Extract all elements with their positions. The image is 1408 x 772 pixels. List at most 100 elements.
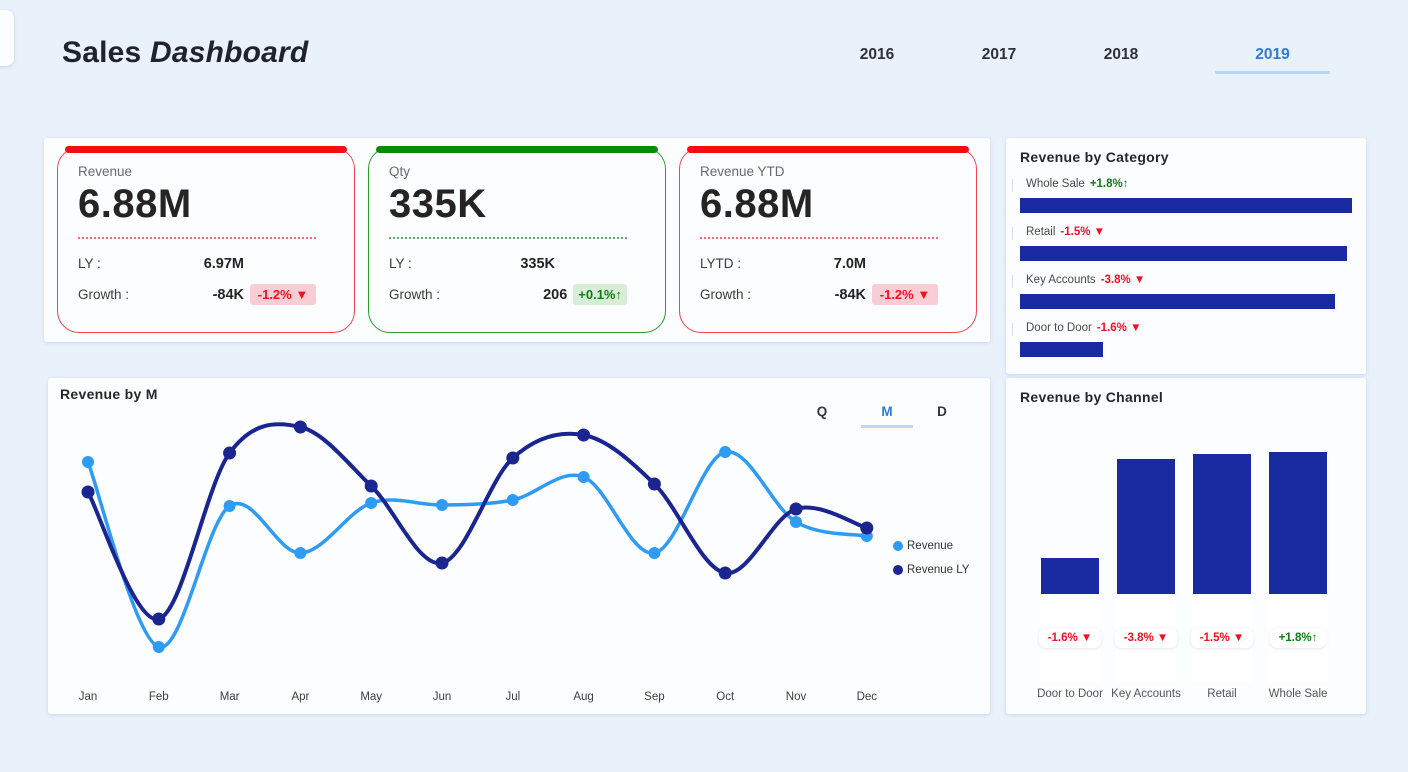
kpi-growth-badge: +0.1%↑ bbox=[573, 284, 627, 305]
channel-growth-badge: -3.8% ▼ bbox=[1115, 628, 1178, 648]
category-bar-track bbox=[1020, 246, 1352, 261]
category-label-line: Retail -1.5% ▼ bbox=[1026, 226, 1352, 241]
line-series-revenue[interactable] bbox=[88, 452, 867, 648]
category-bar[interactable] bbox=[1020, 294, 1335, 309]
data-point-revenue-ly[interactable] bbox=[648, 478, 661, 491]
category-growth-badge: -1.5% ▼ bbox=[1060, 226, 1105, 238]
kpi-row-value: 335K bbox=[520, 256, 555, 272]
data-point-revenue[interactable] bbox=[153, 641, 165, 653]
data-point-revenue-ly[interactable] bbox=[860, 522, 873, 535]
data-point-revenue[interactable] bbox=[82, 456, 94, 468]
x-axis-label-aug: Aug bbox=[573, 691, 593, 703]
kpi-title: Revenue YTD bbox=[700, 164, 938, 179]
kpi-row: LY :6.97M bbox=[78, 248, 316, 279]
x-axis-label-sep: Sep bbox=[644, 691, 664, 703]
kpi-row-label: Growth : bbox=[78, 287, 213, 302]
data-point-revenue-ly[interactable] bbox=[294, 421, 307, 434]
x-axis-label-mar: Mar bbox=[220, 691, 240, 703]
category-row[interactable]: Whole Sale+1.8%↑ bbox=[1020, 178, 1352, 213]
channel-bar[interactable] bbox=[1041, 558, 1099, 594]
kpi-growth-badge: -1.2% ▼ bbox=[872, 284, 938, 305]
data-point-revenue-ly[interactable] bbox=[152, 613, 165, 626]
channel-growth-badge: -1.5% ▼ bbox=[1191, 628, 1254, 648]
year-tab-2016[interactable]: 2016 bbox=[846, 46, 908, 74]
kpi-row-value: 7.0M bbox=[834, 256, 866, 272]
channel-growth-badge: +1.8%↑ bbox=[1270, 628, 1327, 648]
category-panel-title: Revenue by Category bbox=[1020, 149, 1352, 165]
data-point-revenue[interactable] bbox=[507, 494, 519, 506]
data-point-revenue[interactable] bbox=[719, 446, 731, 458]
kpi-row-label: Growth : bbox=[389, 287, 543, 302]
kpi-row-label: LYTD : bbox=[700, 256, 834, 271]
line-chart[interactable]: JanFebMarAprMayJunJulAugSepOctNovDec bbox=[48, 418, 990, 714]
kpi-card-revenue: Revenue6.88MLY :6.97MGrowth :-84K-1.2% ▼ bbox=[57, 147, 355, 333]
category-row[interactable]: Key Accounts -3.8% ▼ bbox=[1020, 274, 1352, 309]
data-point-revenue-ly[interactable] bbox=[719, 567, 732, 580]
category-label-line: Whole Sale+1.8%↑ bbox=[1026, 178, 1352, 193]
data-point-revenue[interactable] bbox=[224, 500, 236, 512]
page-title: Sales Dashboard bbox=[62, 36, 308, 70]
year-tab-2018[interactable]: 2018 bbox=[1090, 46, 1152, 74]
data-point-revenue[interactable] bbox=[578, 471, 590, 483]
category-bar[interactable] bbox=[1020, 198, 1352, 213]
data-point-revenue[interactable] bbox=[790, 516, 802, 528]
kpi-row-label: LY : bbox=[78, 256, 204, 271]
year-tabs: 2016 2017 2018 2019 bbox=[846, 46, 1330, 74]
category-label: Key Accounts bbox=[1026, 274, 1096, 286]
data-point-revenue-ly[interactable] bbox=[577, 429, 590, 442]
data-point-revenue-ly[interactable] bbox=[790, 503, 803, 516]
line-series-revenue-ly[interactable] bbox=[88, 424, 867, 619]
kpi-accent-bar bbox=[65, 146, 347, 153]
kpi-row-label: Growth : bbox=[700, 287, 835, 302]
x-axis-label-jun: Jun bbox=[433, 691, 452, 703]
data-point-revenue-ly[interactable] bbox=[436, 557, 449, 570]
data-point-revenue[interactable] bbox=[365, 497, 377, 509]
category-bar-chart: Whole Sale+1.8%↑ Retail -1.5% ▼ Key Account… bbox=[1020, 178, 1352, 357]
partial-card-left-edge bbox=[0, 10, 14, 66]
kpi-row: LY :335K bbox=[389, 248, 627, 279]
year-tab-2019[interactable]: 2019 bbox=[1215, 46, 1330, 74]
kpi-accent-bar bbox=[687, 146, 969, 153]
x-axis-label-feb: Feb bbox=[149, 691, 169, 703]
channel-column-key-accounts: -3.8% ▼Key Accounts bbox=[1108, 378, 1184, 714]
kpi-row-value: 206 bbox=[543, 287, 567, 303]
data-point-revenue-ly[interactable] bbox=[82, 486, 95, 499]
data-point-revenue[interactable] bbox=[648, 547, 660, 559]
kpi-title: Qty bbox=[389, 164, 627, 179]
channel-bar[interactable] bbox=[1117, 459, 1175, 594]
channel-growth-badge: -1.6% ▼ bbox=[1039, 628, 1102, 648]
category-bar[interactable] bbox=[1020, 342, 1103, 357]
data-point-revenue-ly[interactable] bbox=[506, 452, 519, 465]
x-axis-label-jan: Jan bbox=[79, 691, 98, 703]
category-label: Retail bbox=[1026, 226, 1055, 238]
kpi-row-value: -84K bbox=[835, 287, 866, 303]
category-growth-badge: -1.6% ▼ bbox=[1097, 322, 1142, 334]
channel-label: Whole Sale bbox=[1252, 688, 1344, 700]
category-label: Whole Sale bbox=[1026, 178, 1085, 190]
kpi-row: LYTD :7.0M bbox=[700, 248, 938, 279]
kpi-card-revenue-ytd: Revenue YTD 6.88M LYTD :7.0M Growth :-84K -1… bbox=[679, 147, 977, 333]
data-point-revenue[interactable] bbox=[294, 547, 306, 559]
category-row[interactable]: Retail -1.5% ▼ bbox=[1020, 226, 1352, 261]
revenue-by-category-panel: Revenue by Category Whole Sale+1.8%↑ Reta… bbox=[1006, 138, 1366, 374]
kpi-divider bbox=[700, 237, 938, 239]
year-tab-2017[interactable]: 2017 bbox=[968, 46, 1030, 74]
channel-bar-chart: -1.6% ▼Door to Door-3.8% ▼Key Accounts-1… bbox=[1006, 378, 1366, 714]
channel-bar[interactable] bbox=[1193, 454, 1251, 594]
kpi-row: Growth :206 +0.1%↑ bbox=[389, 279, 627, 310]
kpi-accent-bar bbox=[376, 146, 658, 153]
x-axis-label-oct: Oct bbox=[716, 691, 735, 703]
data-point-revenue-ly[interactable] bbox=[365, 480, 378, 493]
category-bar[interactable] bbox=[1020, 246, 1347, 261]
category-growth-badge: -3.8% ▼ bbox=[1101, 274, 1146, 286]
channel-column-whole-sale: +1.8%↑Whole Sale bbox=[1260, 378, 1336, 714]
category-row[interactable]: Door to Door-1.6% ▼ bbox=[1020, 322, 1352, 357]
data-point-revenue[interactable] bbox=[436, 499, 448, 511]
kpi-value: 6.88M bbox=[78, 181, 316, 227]
channel-bar[interactable] bbox=[1269, 452, 1327, 594]
kpi-row: Growth :-84K-1.2% ▼ bbox=[78, 279, 316, 310]
kpi-row-label: LY : bbox=[389, 256, 520, 271]
data-point-revenue-ly[interactable] bbox=[223, 447, 236, 460]
kpi-value: 6.88M bbox=[700, 181, 938, 227]
kpi-row-value: -84K bbox=[213, 287, 244, 303]
